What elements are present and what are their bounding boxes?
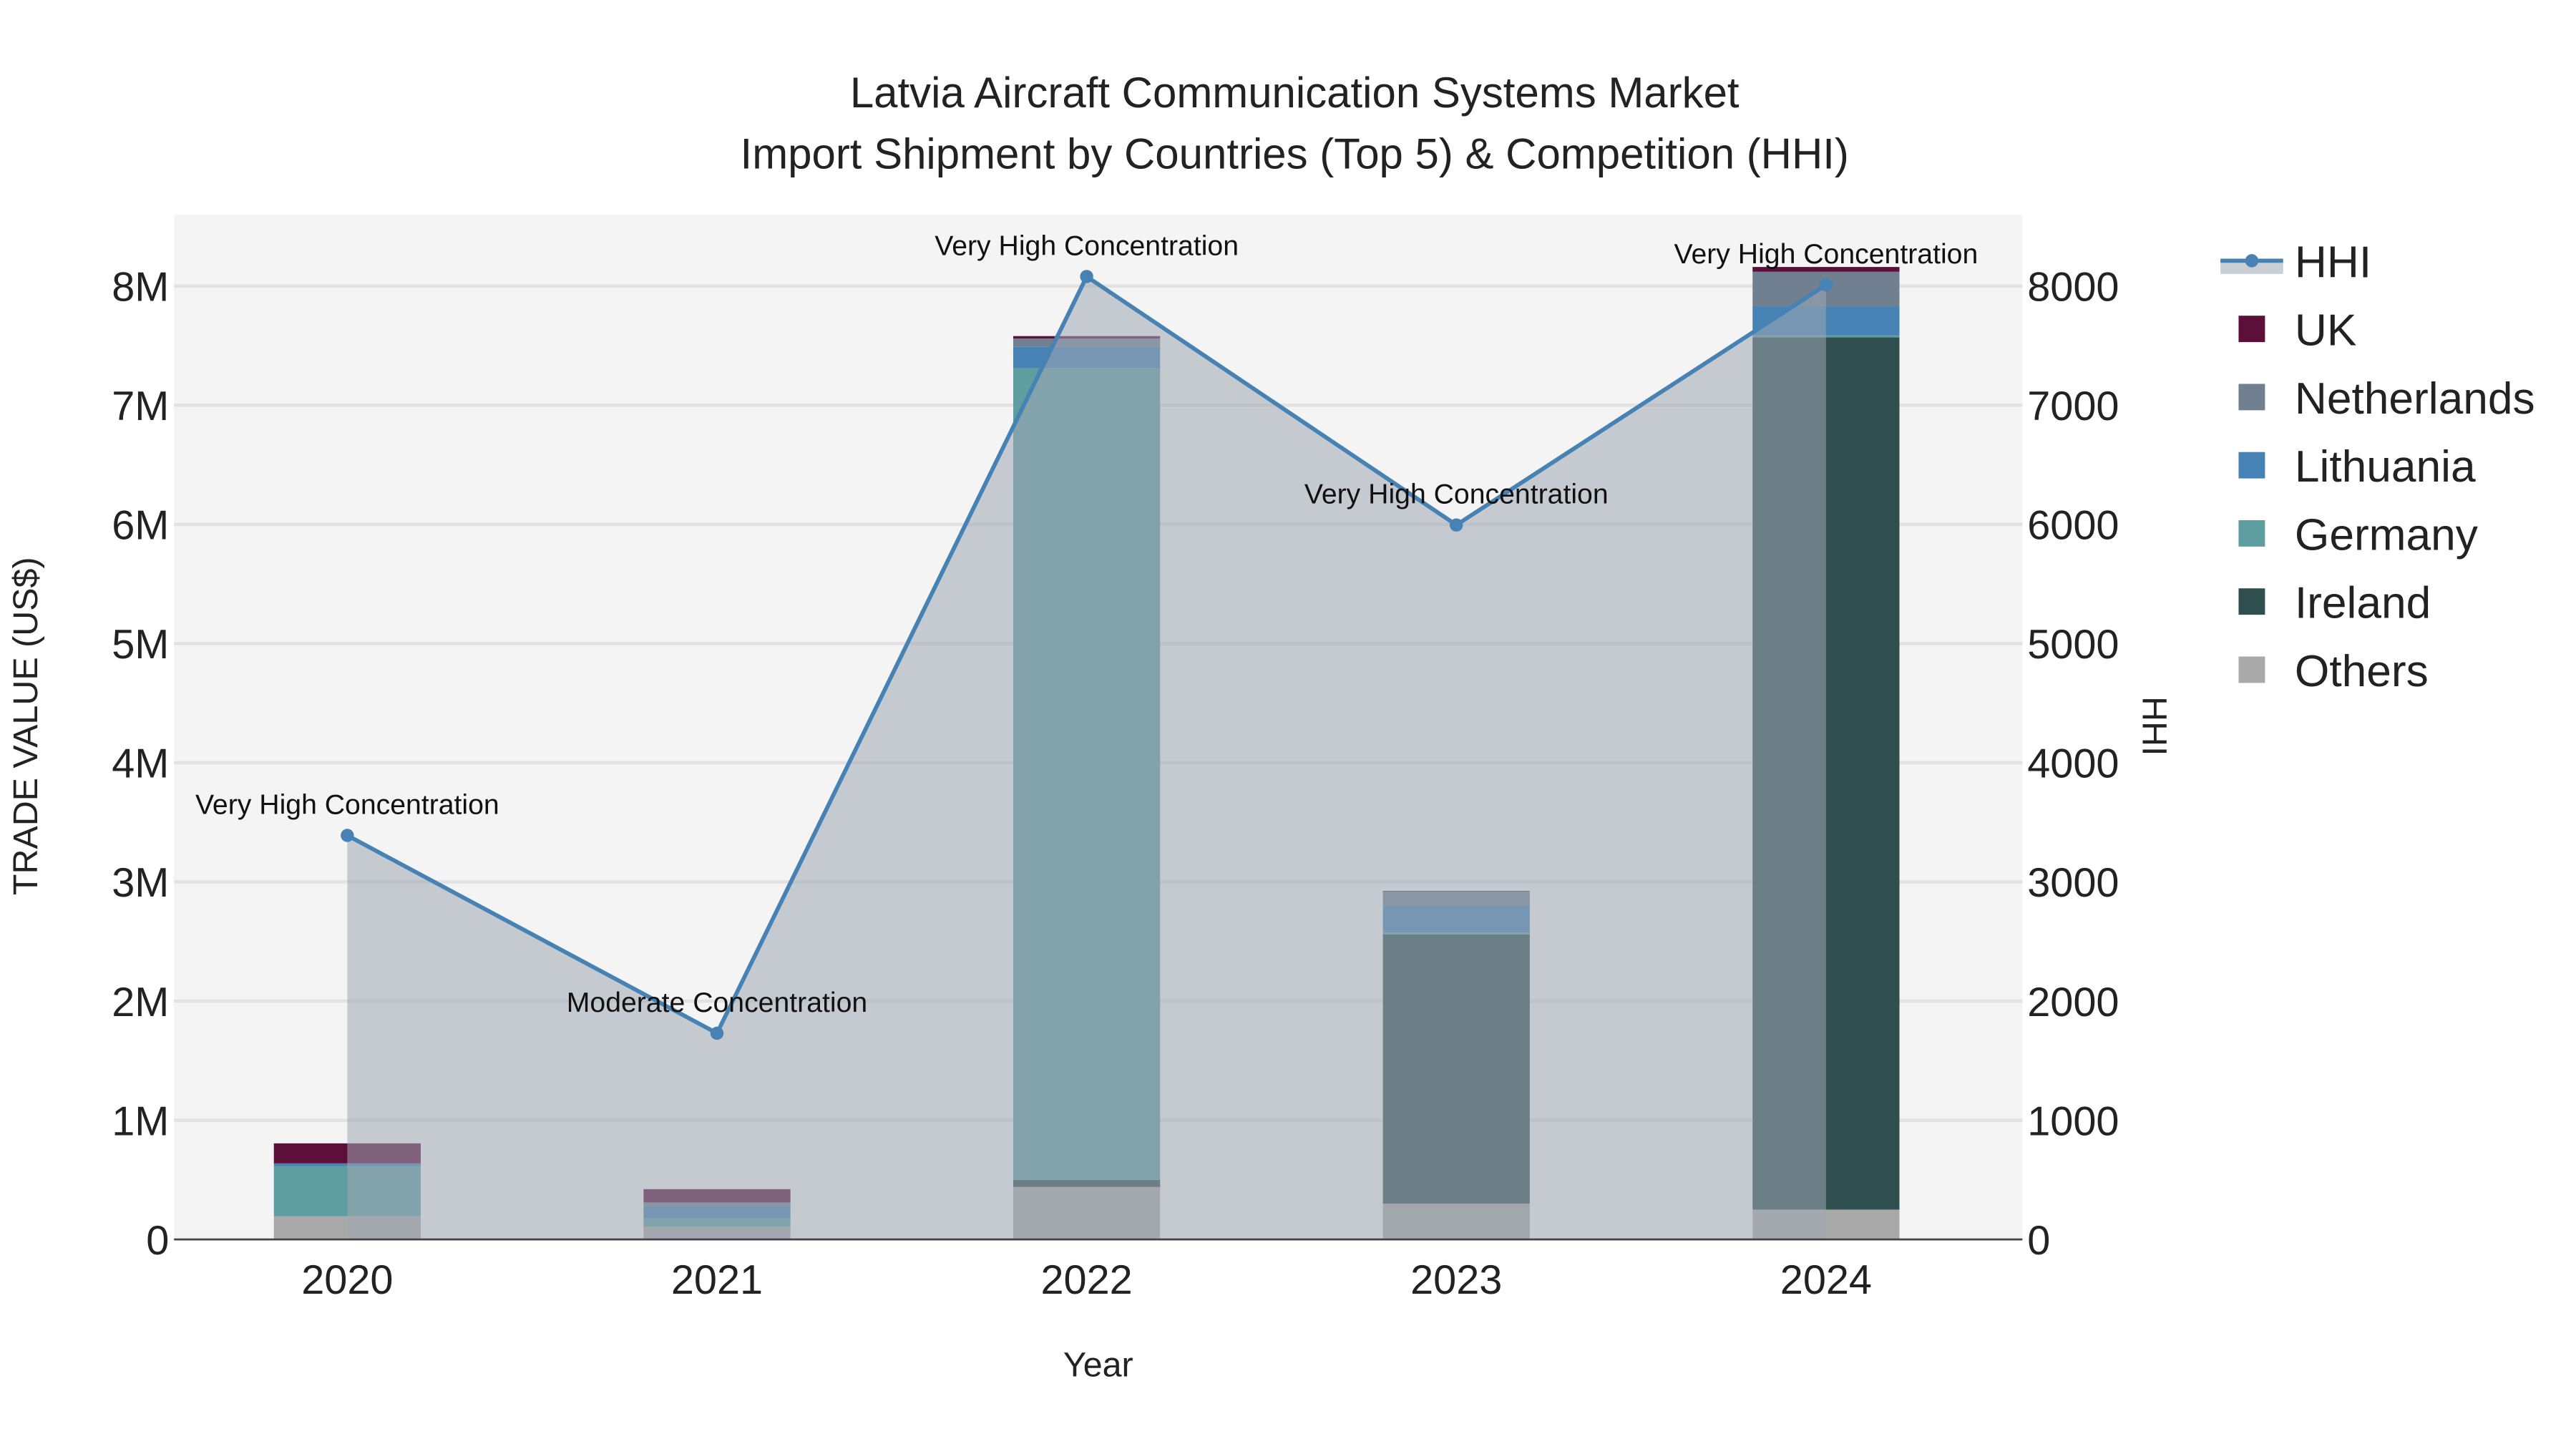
hhi-annotation: Moderate Concentration (567, 987, 867, 1018)
y2-tick-label: 6000 (2027, 503, 2119, 549)
legend-label-netherlands[interactable]: Netherlands (2295, 374, 2535, 424)
legend-swatch-ireland (2238, 588, 2265, 615)
x-tick-label: 2024 (1780, 1257, 1872, 1303)
legend-label-others[interactable]: Others (2295, 647, 2429, 696)
y-tick-label: 1M (112, 1098, 169, 1144)
legend-marker-hhi (2245, 254, 2259, 268)
legend-label-ireland[interactable]: Ireland (2295, 579, 2431, 628)
y-tick-label: 6M (112, 503, 169, 549)
legend-swatch-lithuania (2238, 452, 2265, 479)
hhi-point-2023 (1450, 518, 1463, 532)
y-axis-title: TRADE VALUE (US$) (6, 557, 45, 895)
y2-tick-label: 0 (2027, 1218, 2050, 1264)
y2-tick-label: 5000 (2027, 622, 2119, 668)
legend: HHI UK Netherlands Lithuania Germany Ireland O… (2220, 238, 2535, 696)
y2-tick-label: 1000 (2027, 1098, 2119, 1144)
x-tick-label: 2022 (1041, 1257, 1133, 1303)
y2-tick-label: 7000 (2027, 384, 2119, 429)
hhi-point-2021 (710, 1026, 724, 1040)
y2-tick-label: 2000 (2027, 980, 2119, 1025)
hhi-annotation: Very High Concentration (935, 230, 1239, 261)
chart-title-line1: Latvia Aircraft Communication Systems Ma… (850, 69, 1740, 117)
y-tick-label: 8M (112, 265, 169, 311)
legend-label-uk[interactable]: UK (2295, 306, 2357, 356)
legend-swatch-netherlands (2238, 384, 2265, 411)
y2-tick-label: 4000 (2027, 741, 2119, 787)
y2-axis-title: HHI (2135, 696, 2174, 756)
x-tick-label: 2020 (301, 1257, 393, 1303)
legend-label-germany[interactable]: Germany (2295, 510, 2479, 560)
x-axis-title: Year (1063, 1346, 1133, 1385)
hhi-trade-chart: Very High Concentration Moderate Concentr… (6, 69, 2535, 1385)
legend-swatch-germany (2238, 519, 2265, 547)
y-tick-label: 5M (112, 622, 169, 668)
y2-tick-label: 8000 (2027, 265, 2119, 311)
y2-tick-label: 3000 (2027, 860, 2119, 906)
legend-label-hhi[interactable]: HHI (2295, 238, 2371, 287)
x-tick-label: 2023 (1410, 1257, 1502, 1303)
y-tick-label: 4M (112, 741, 169, 787)
hhi-point-2022 (1080, 270, 1093, 283)
y-tick-label: 2M (112, 980, 169, 1025)
legend-swatch-uk (2238, 316, 2265, 343)
y-tick-label: 7M (112, 384, 169, 429)
hhi-point-2020 (341, 829, 354, 842)
x-tick-label: 2021 (671, 1257, 763, 1303)
hhi-point-2024 (1819, 278, 1833, 292)
hhi-annotation: Very High Concentration (1674, 239, 1978, 270)
hhi-annotation: Very High Concentration (1304, 479, 1609, 510)
legend-label-lithuania[interactable]: Lithuania (2295, 442, 2476, 492)
y-tick-label: 0 (146, 1218, 169, 1264)
hhi-annotation: Very High Concentration (195, 790, 499, 821)
y-tick-label: 3M (112, 860, 169, 906)
chart-title-line2: Import Shipment by Countries (Top 5) & C… (741, 130, 1849, 177)
legend-swatch-others (2238, 656, 2265, 683)
